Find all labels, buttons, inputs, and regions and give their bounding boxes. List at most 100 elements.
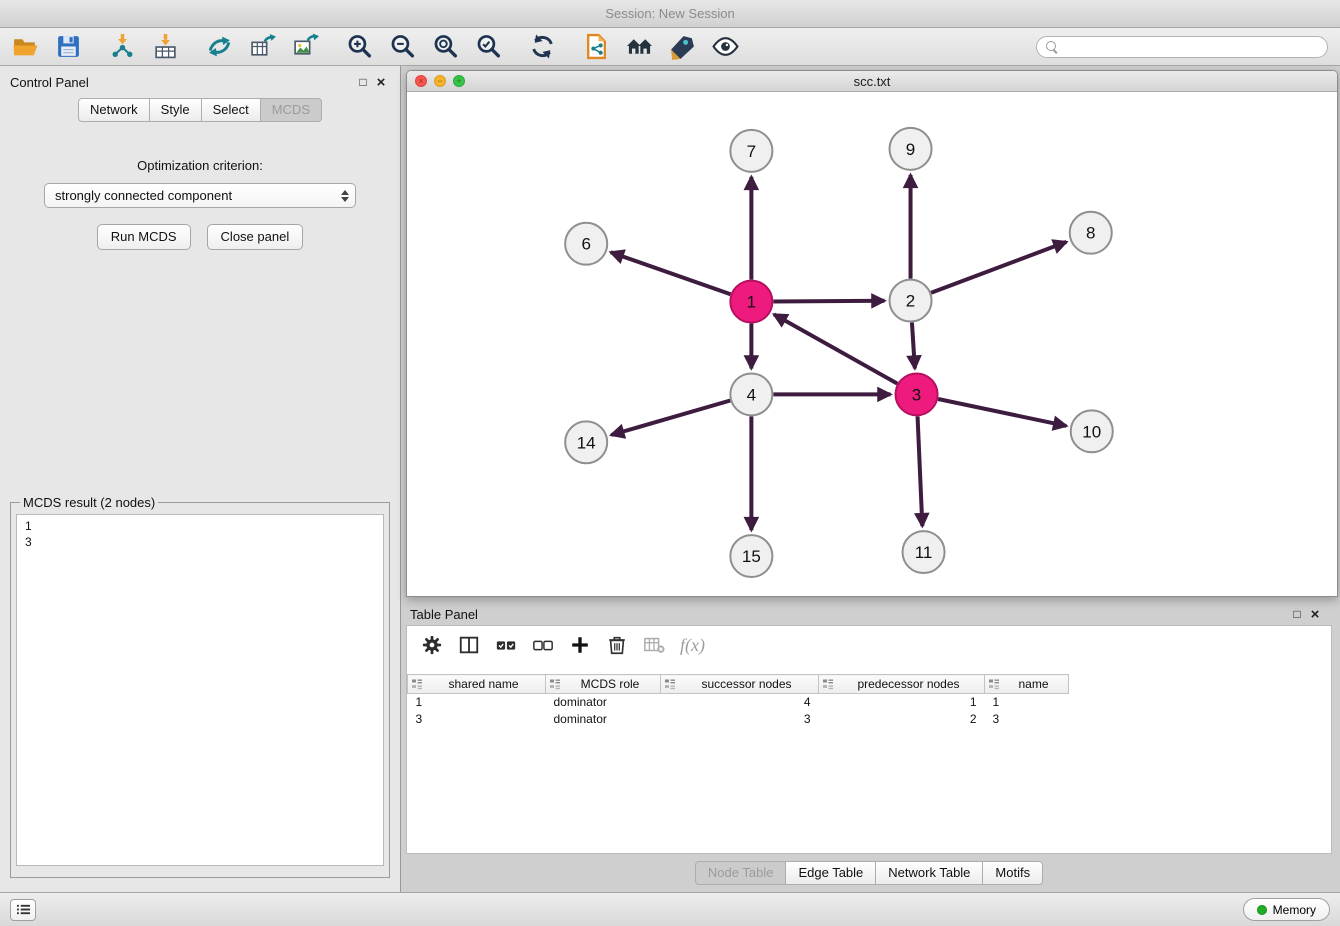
memory-button[interactable]: Memory	[1243, 898, 1330, 921]
import-table-icon[interactable]	[152, 33, 179, 60]
export-image-icon[interactable]	[292, 33, 319, 60]
close-table-panel-icon[interactable]: ×	[1306, 606, 1324, 623]
graph-edge-1-2[interactable]	[773, 301, 884, 302]
table-cell[interactable]: 3	[661, 711, 819, 728]
tab-motifs[interactable]: Motifs	[982, 861, 1043, 885]
zoom-window-icon[interactable]: +	[453, 75, 465, 87]
graph-edge-4-14[interactable]	[611, 400, 730, 435]
node-table-container: f(x) shared name MCDS role successor nodes…	[406, 625, 1332, 854]
tab-network-table[interactable]: Network Table	[875, 861, 983, 885]
network-document-icon[interactable]	[583, 33, 610, 60]
graph-node-2[interactable]: 2	[890, 280, 932, 322]
table-panel-header: Table Panel □ ×	[406, 603, 1332, 625]
graph-node-7[interactable]: 7	[730, 130, 772, 172]
graph-node-10[interactable]: 10	[1071, 410, 1113, 452]
control-panel-tabs: NetworkStyleSelectMCDS	[0, 94, 400, 124]
graph-node-15[interactable]: 15	[730, 535, 772, 577]
list-icon	[16, 903, 31, 916]
optimization-criterion-select[interactable]: strongly connected component	[44, 183, 356, 208]
network-window-title: scc.txt	[854, 74, 891, 89]
table-cell[interactable]: dominator	[546, 711, 661, 728]
graph-edge-2-8[interactable]	[931, 242, 1066, 293]
column-header-name[interactable]: name	[985, 675, 1069, 694]
style-paint-icon[interactable]	[669, 33, 696, 60]
network-canvas[interactable]: 7 9 6 8 1 2 4 3 14 10 15 11	[407, 92, 1337, 596]
graph-edge-3-1[interactable]	[774, 314, 897, 383]
tab-select[interactable]: Select	[201, 98, 261, 122]
optimization-criterion-label: Optimization criterion:	[8, 158, 392, 173]
graph-edge-3-11[interactable]	[918, 416, 923, 526]
unselect-all-columns-icon[interactable]	[532, 634, 554, 656]
delete-columns-icon[interactable]	[606, 634, 628, 656]
selected-option: strongly connected component	[55, 188, 335, 203]
right-column: × − + scc.txt 7968124314101511	[401, 66, 1340, 892]
save-session-icon[interactable]	[55, 33, 82, 60]
column-header-label: MCDS role	[581, 677, 640, 691]
function-builder-icon: f(x)	[680, 634, 705, 656]
graph-edge-2-3[interactable]	[912, 323, 915, 369]
graph-edge-3-10[interactable]	[938, 399, 1066, 426]
column-header-shared-name[interactable]: shared name	[408, 675, 546, 694]
table-cell[interactable]: 2	[819, 711, 985, 728]
tab-edge-table[interactable]: Edge Table	[785, 861, 876, 885]
memory-status-dot	[1257, 905, 1267, 915]
close-window-icon[interactable]: ×	[415, 75, 427, 87]
table-cell[interactable]: 1	[819, 694, 985, 711]
tab-network[interactable]: Network	[78, 98, 150, 122]
close-panel-icon[interactable]: ×	[372, 74, 390, 91]
show-hide-graphics-icon[interactable]	[712, 33, 739, 60]
tab-mcds[interactable]: MCDS	[260, 98, 322, 122]
main-area: Control Panel □ × NetworkStyleSelectMCDS…	[0, 66, 1340, 892]
mcds-result-list[interactable]: 13	[16, 514, 384, 866]
zoom-fit-icon[interactable]	[432, 33, 459, 60]
graph-node-4[interactable]: 4	[730, 373, 772, 415]
select-all-columns-icon[interactable]	[495, 634, 517, 656]
first-neighbors-icon[interactable]	[626, 33, 653, 60]
zoom-selected-icon[interactable]	[475, 33, 502, 60]
toolbar-group	[109, 33, 179, 60]
search-box[interactable]	[1036, 36, 1328, 58]
svg-text:1: 1	[747, 293, 756, 312]
graph-node-6[interactable]: 6	[565, 223, 607, 265]
column-header-mcds-role[interactable]: MCDS role	[546, 675, 661, 694]
refresh-layout-icon[interactable]	[529, 33, 556, 60]
table-cell[interactable]: dominator	[546, 694, 661, 711]
graph-node-1[interactable]: 1	[730, 281, 772, 323]
table-row[interactable]: 1dominator411	[408, 694, 1069, 711]
tab-node-table[interactable]: Node Table	[695, 861, 787, 885]
close-panel-button[interactable]: Close panel	[207, 224, 304, 250]
table-settings-icon[interactable]	[421, 634, 443, 656]
table-cell[interactable]: 4	[661, 694, 819, 711]
minimize-window-icon[interactable]: −	[434, 75, 446, 87]
create-column-icon[interactable]	[569, 634, 591, 656]
import-network-icon[interactable]	[109, 33, 136, 60]
graph-node-3[interactable]: 3	[896, 373, 938, 415]
mcds-result-line: 3	[25, 534, 375, 550]
graph-node-9[interactable]: 9	[890, 128, 932, 170]
graph-node-8[interactable]: 8	[1070, 212, 1112, 254]
export-network-icon[interactable]	[206, 33, 233, 60]
table-cell[interactable]: 1	[985, 694, 1069, 711]
zoom-out-icon[interactable]	[389, 33, 416, 60]
graph-edge-1-6[interactable]	[611, 252, 731, 294]
table-row[interactable]: 3dominator323	[408, 711, 1069, 728]
status-menu-button[interactable]	[10, 899, 36, 921]
export-table-icon[interactable]	[249, 33, 276, 60]
graph-node-14[interactable]: 14	[565, 421, 607, 463]
column-header-predecessor-nodes[interactable]: predecessor nodes	[819, 675, 985, 694]
table-cell[interactable]: 3	[985, 711, 1069, 728]
float-panel-icon[interactable]: □	[354, 75, 372, 89]
graph-node-11[interactable]: 11	[903, 531, 945, 573]
tab-style[interactable]: Style	[149, 98, 202, 122]
table-cell[interactable]: 1	[408, 694, 546, 711]
zoom-in-icon[interactable]	[346, 33, 373, 60]
table-cell[interactable]: 3	[408, 711, 546, 728]
mcds-panel-body: Optimization criterion: strongly connect…	[0, 124, 400, 892]
search-input[interactable]	[1063, 40, 1318, 54]
open-session-icon[interactable]	[12, 33, 39, 60]
column-header-successor-nodes[interactable]: successor nodes	[661, 675, 819, 694]
run-mcds-button[interactable]: Run MCDS	[97, 224, 191, 250]
float-table-panel-icon[interactable]: □	[1288, 607, 1306, 621]
svg-text:14: 14	[577, 433, 596, 452]
show-columns-icon[interactable]	[458, 634, 480, 656]
